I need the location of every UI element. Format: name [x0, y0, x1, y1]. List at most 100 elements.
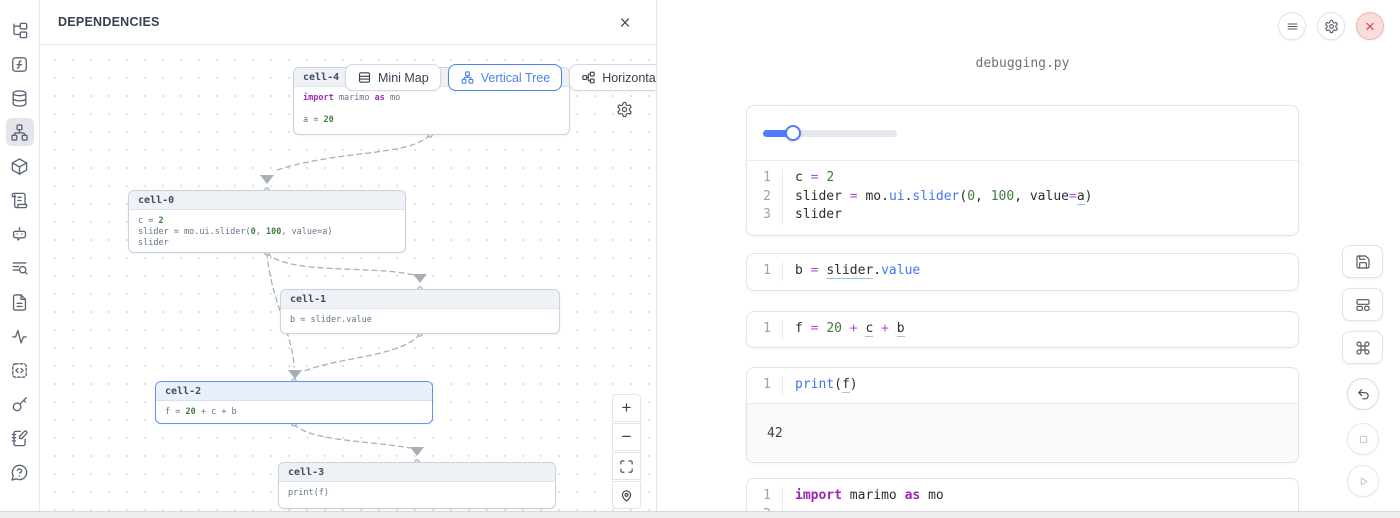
dependencies-panel-header: DEPENDENCIES × [40, 0, 656, 45]
sidebar-item-datasources[interactable] [6, 84, 34, 112]
sidebar-item-chat[interactable] [6, 220, 34, 248]
mini-map-label: Mini Map [378, 71, 429, 85]
ai-chat-icon [10, 225, 29, 244]
fit-view-button[interactable] [612, 452, 641, 480]
database-icon [10, 89, 29, 108]
interrupt-button[interactable] [1347, 423, 1379, 455]
graph-node-cell-0[interactable]: cell-0 c = 2slider = mo.ui.slider(0, 100… [128, 190, 406, 253]
dependency-graph-icon [10, 123, 29, 142]
slider-thumb[interactable] [785, 125, 801, 141]
graph-node-title: cell-1 [281, 290, 559, 309]
undo-icon [1356, 387, 1371, 402]
graph-node-title: cell-3 [279, 463, 555, 482]
close-panel-button[interactable]: × [614, 12, 636, 34]
file-tree-icon [10, 21, 29, 40]
notebook-menu-button[interactable] [1278, 12, 1306, 40]
graph-node-code: b = slider.value [281, 309, 559, 332]
vertical-tree-label: Vertical Tree [481, 71, 550, 85]
stop-icon [1356, 432, 1371, 447]
close-icon: × [1365, 18, 1375, 35]
scroll-icon [10, 191, 29, 210]
command-palette-button[interactable] [1342, 331, 1383, 364]
activity-icon [10, 327, 29, 346]
mini-map-button[interactable]: Mini Map [345, 64, 441, 91]
sidebar-item-secrets[interactable] [6, 390, 34, 418]
function-icon [10, 55, 29, 74]
notebook-filename: debugging.py [746, 56, 1299, 71]
layout-icon [1355, 297, 1371, 313]
code-line[interactable]: 1c = 2 [747, 169, 1298, 188]
zoom-in-button[interactable]: + [612, 394, 641, 422]
dependency-graph-canvas[interactable]: cell-4 import marimo as mo a = 20 cell-0… [40, 45, 656, 511]
zoom-out-button[interactable]: − [612, 423, 641, 451]
sidebar-item-variables[interactable] [6, 254, 34, 282]
vertical-tree-button[interactable]: Vertical Tree [448, 64, 562, 91]
graph-node-title: cell-2 [156, 382, 432, 401]
panel-title: DEPENDENCIES [58, 15, 160, 29]
graph-settings-button[interactable] [616, 101, 636, 121]
sidebar-item-dependencies[interactable] [6, 118, 34, 146]
gear-icon [1324, 19, 1339, 34]
graph-node-code: c = 2slider = mo.ui.slider(0, 100, value… [129, 210, 405, 253]
cell-output-slider [747, 106, 1298, 161]
code-editor[interactable]: 1b = slider.value [747, 254, 1298, 289]
code-editor[interactable]: 1f = 20 + c + b [747, 312, 1298, 347]
horizontal-tree-label: Horizontal Tree [602, 71, 656, 85]
sidebar-item-tracing[interactable] [6, 322, 34, 350]
graph-node-code: f = 20 + c + b [156, 401, 432, 424]
sidebar-item-snippets[interactable] [6, 356, 34, 384]
locate-node-button[interactable] [612, 481, 641, 509]
code-block-icon [10, 361, 29, 380]
menu-icon [1285, 19, 1300, 34]
dependencies-panel: DEPENDENCIES × [40, 0, 657, 518]
horizontal-tree-icon [581, 70, 596, 85]
code-editor[interactable]: 1print(f) [747, 368, 1298, 403]
edge-cell1-cell2 [302, 334, 420, 372]
slider-track[interactable] [763, 130, 897, 137]
command-icon [1355, 340, 1371, 356]
code-line[interactable]: 1b = slider.value [747, 262, 1298, 281]
arrowhead [413, 274, 427, 283]
sidebar-item-packages[interactable] [6, 152, 34, 180]
sidebar-item-function[interactable] [6, 50, 34, 78]
code-line[interactable]: 2slider = mo.ui.slider(0, 100, value=a) [747, 188, 1298, 207]
arrowhead [260, 175, 274, 184]
save-icon [1355, 254, 1371, 270]
run-button[interactable] [1347, 465, 1379, 497]
app-layout-button[interactable] [1342, 288, 1383, 321]
horizontal-tree-button[interactable]: Horizontal Tree [569, 64, 656, 91]
help-bubble-icon [10, 463, 29, 482]
status-footer [0, 511, 1400, 518]
cell-output-text: 42 [747, 403, 1298, 463]
sidebar-item-logs[interactable] [6, 186, 34, 214]
undo-button[interactable] [1347, 378, 1379, 410]
notebook-pen-icon [10, 429, 29, 448]
graph-zoom-controls: + − [612, 394, 641, 509]
sidebar-item-scratchpad[interactable] [6, 424, 34, 452]
shutdown-button[interactable]: × [1356, 12, 1384, 40]
graph-node-cell-1[interactable]: cell-1 b = slider.value [280, 289, 560, 334]
code-editor[interactable]: 1c = 22slider = mo.ui.slider(0, 100, val… [747, 161, 1298, 233]
mini-map-icon [357, 70, 372, 85]
left-sidebar [0, 0, 40, 518]
notebook-settings-button[interactable] [1317, 12, 1345, 40]
code-line[interactable]: 3slider [747, 206, 1298, 225]
code-line[interactable]: 1print(f) [747, 376, 1298, 395]
sidebar-item-help[interactable] [6, 458, 34, 486]
gear-icon [616, 101, 633, 118]
graph-node-cell-2[interactable]: cell-2 f = 20 + c + b [155, 381, 433, 424]
package-icon [10, 157, 29, 176]
notebook-cell: 1f = 20 + c + b [746, 311, 1299, 348]
graph-node-cell-3[interactable]: cell-3 print(f) [278, 462, 556, 509]
vertical-tree-icon [460, 70, 475, 85]
notebook-cell: 1b = slider.value [746, 253, 1299, 291]
code-line[interactable]: 1f = 20 + c + b [747, 320, 1298, 339]
code-line[interactable]: 1import marimo as mo [747, 487, 1298, 506]
save-button[interactable] [1342, 245, 1383, 278]
map-pin-icon [619, 488, 634, 503]
graph-node-code: print(f) [279, 482, 555, 505]
sidebar-item-documentation[interactable] [6, 288, 34, 316]
graph-node-code: import marimo as mo a = 20 [294, 87, 569, 132]
notebook-cell-slider: 1c = 22slider = mo.ui.slider(0, 100, val… [746, 105, 1299, 236]
sidebar-item-file-tree[interactable] [6, 16, 34, 44]
